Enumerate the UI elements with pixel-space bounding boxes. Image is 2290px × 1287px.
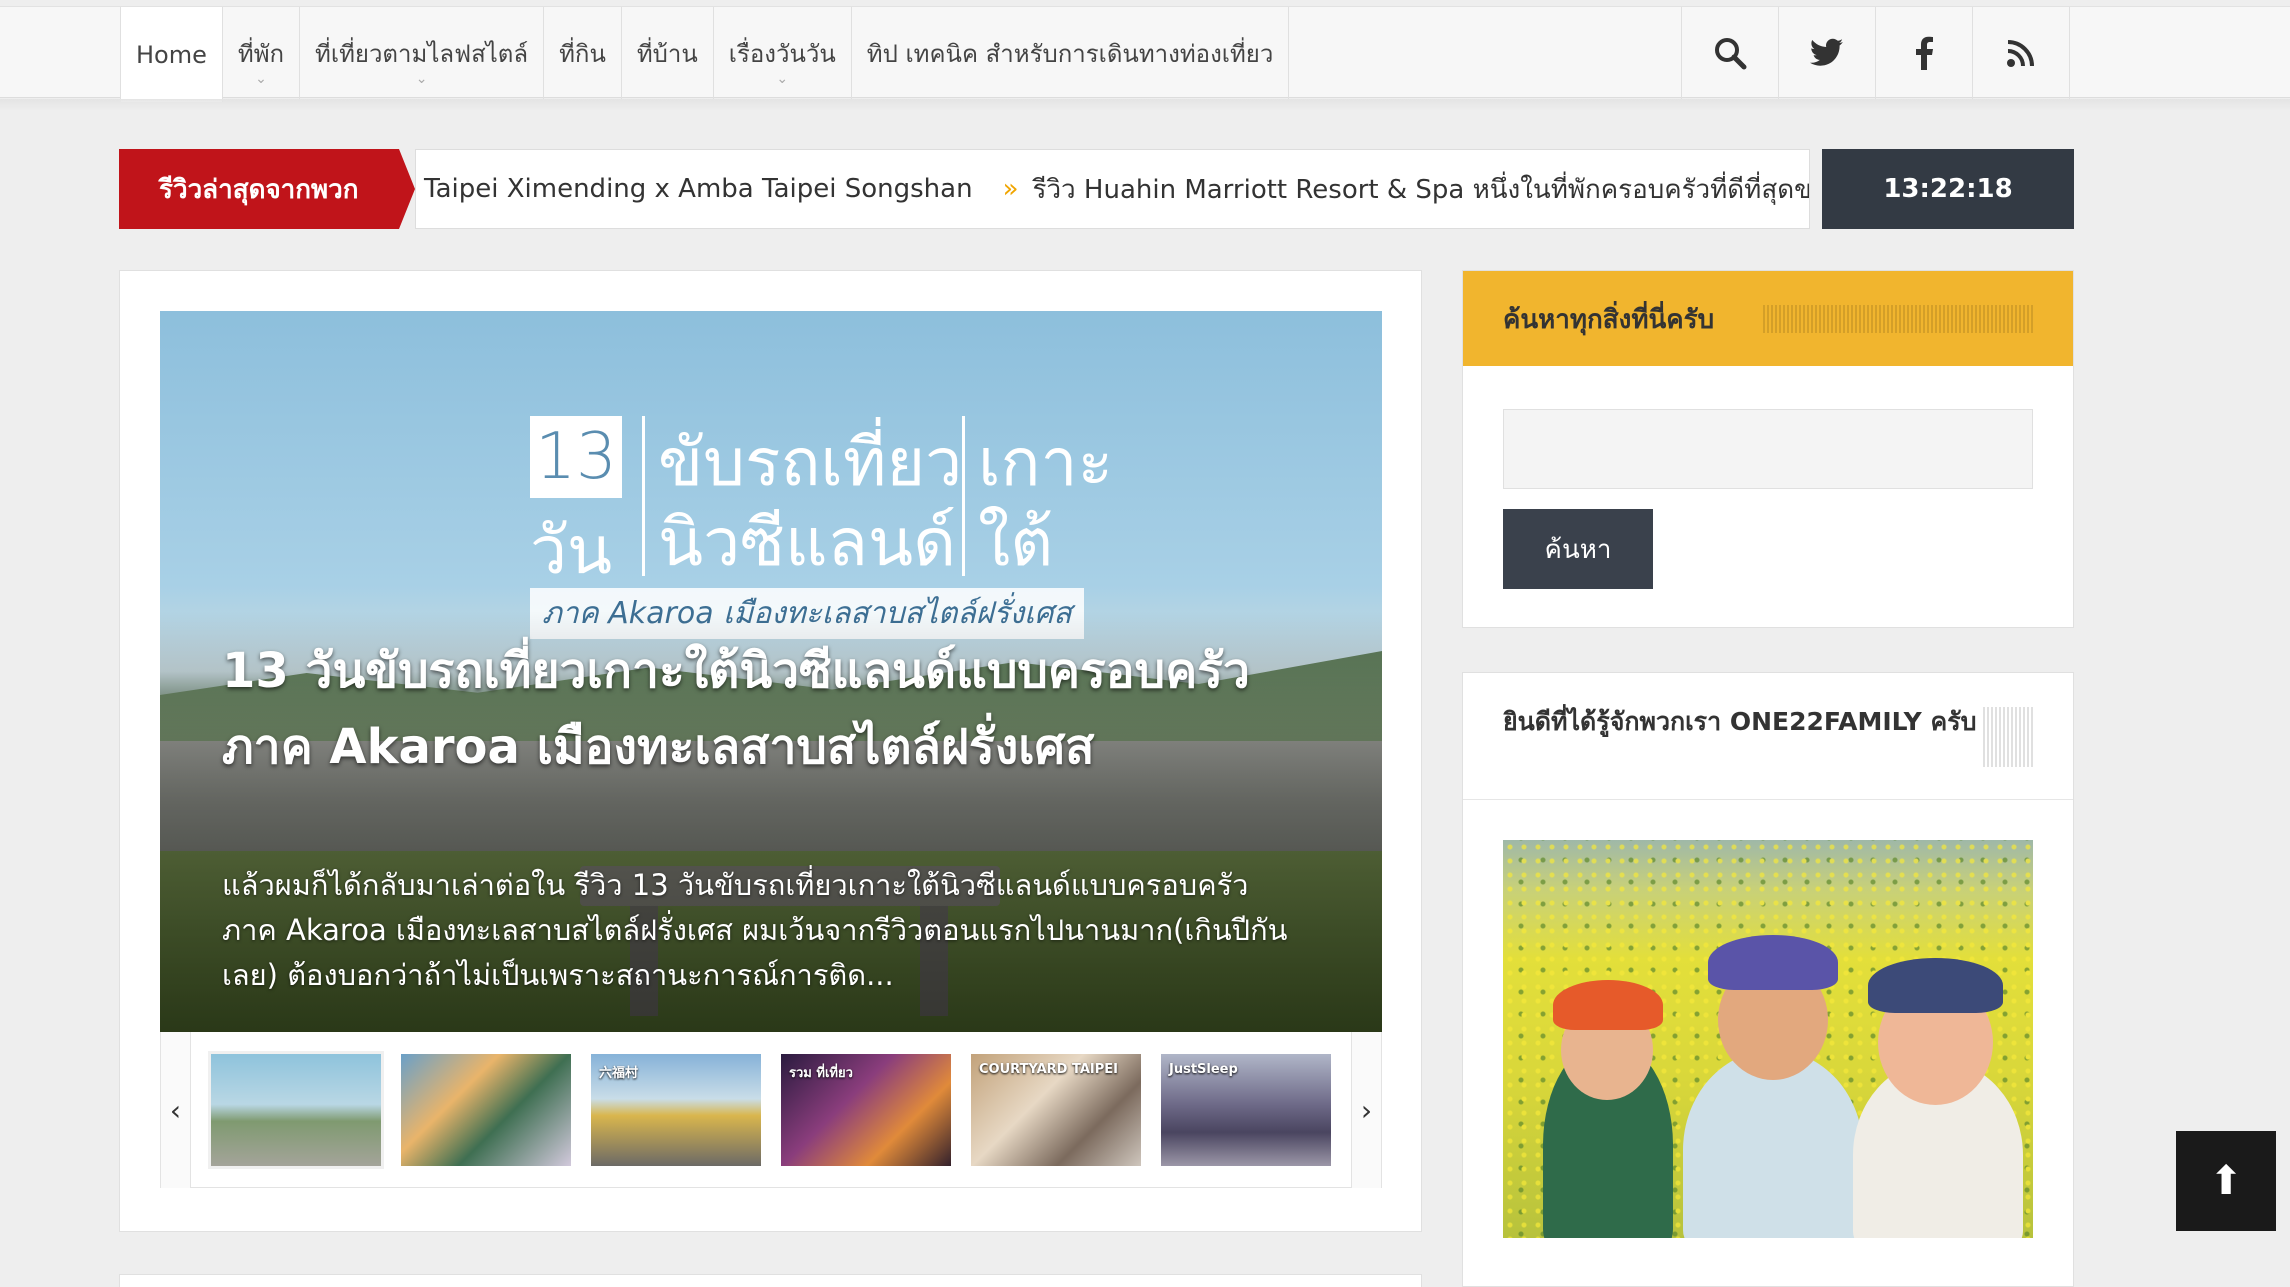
- thumbnail-carousel: ‹ 六福村 รวม ที่เที่ยว COURTYARD TAIPEI Jus…: [160, 1032, 1382, 1188]
- nav-label: เรื่องวันวัน: [728, 39, 836, 68]
- thumbnail-caption: COURTYARD TAIPEI: [979, 1062, 1119, 1077]
- facebook-icon[interactable]: [1876, 7, 1973, 99]
- featured-post-title[interactable]: 13 วันขับรถเที่ยวเกาะใต้นิวซีแลนด์แบบครอ…: [222, 633, 1282, 785]
- title-stripes-decoration: [1983, 707, 2033, 767]
- nav-label: ที่พัก: [237, 39, 285, 68]
- nav-item-home-life[interactable]: ที่บ้าน: [622, 7, 714, 99]
- thumbnail-caption: JustSleep: [1169, 1062, 1238, 1077]
- hero-poster-text: 13 วัน ขับรถเที่ยว นิวซีแลนด์ เกาะ ใต้ ภ…: [530, 416, 1113, 639]
- ticker-link[interactable]: Taipei Ximending x Amba Taipei Songshan: [424, 174, 973, 204]
- search-icon[interactable]: [1682, 7, 1779, 99]
- ticker-label: รีวิวล่าสุดจากพวก: [119, 149, 399, 229]
- thumbnail[interactable]: 六福村: [591, 1054, 761, 1166]
- nav-label: ที่เที่ยวตามไลฟสไตล์: [315, 39, 529, 68]
- poster-number: 13: [530, 416, 622, 498]
- rss-icon[interactable]: [1973, 7, 2070, 99]
- scroll-to-top-button[interactable]: ⬆: [2176, 1131, 2276, 1231]
- nav-label: ที่บ้าน: [636, 39, 698, 68]
- nav-item-accommodation[interactable]: ที่พัก ⌄: [223, 7, 301, 99]
- search-widget: ค้นหาทุกสิ่งที่นี่ครับ ค้นหา: [1462, 270, 2074, 628]
- widget-header: ค้นหาทุกสิ่งที่นี่ครับ: [1463, 271, 2073, 366]
- ticker-label-arrow: [399, 149, 415, 229]
- widget-title: ค้นหาทุกสิ่งที่นี่ครับ: [1503, 305, 1715, 335]
- title-stripes-decoration: [1763, 305, 2033, 333]
- arrow-up-icon: ⬆: [2209, 1158, 2243, 1204]
- nav-item-travel-tips[interactable]: ทิป เทคนิค สำหรับการเดินทางท่องเที่ยว: [852, 7, 1290, 99]
- next-section-panel: [119, 1274, 1422, 1287]
- widget-header: ยินดีที่ได้รู้จักพวกเรา ONE22FAMILY ครับ: [1463, 673, 2073, 800]
- featured-slide[interactable]: 13 วัน ขับรถเที่ยว นิวซีแลนด์ เกาะ ใต้ ภ…: [160, 311, 1382, 1032]
- ticker-link[interactable]: รีวิว Huahin Marriott Resort & Spa หนึ่ง…: [1032, 169, 1809, 210]
- chevron-right-icon[interactable]: ›: [1351, 1032, 1381, 1188]
- twitter-icon[interactable]: [1779, 7, 1876, 99]
- family-photo: [1503, 840, 2033, 1238]
- news-ticker: Taipei Ximending x Amba Taipei Songshan …: [415, 149, 1810, 229]
- about-widget: ยินดีที่ได้รู้จักพวกเรา ONE22FAMILY ครับ: [1462, 672, 2074, 1287]
- thumbnail[interactable]: [401, 1054, 571, 1166]
- poster-divider: [642, 416, 645, 576]
- top-navigation-bar: Home ที่พัก ⌄ ที่เที่ยวตามไลฟสไตล์ ⌄ ที่…: [0, 6, 2290, 102]
- nav-label: Home: [136, 40, 207, 69]
- thumbnail[interactable]: COURTYARD TAIPEI: [971, 1054, 1141, 1166]
- poster-divider: [962, 416, 965, 576]
- nav-shadow: [0, 99, 2290, 111]
- chevron-down-icon: ⌄: [776, 71, 789, 87]
- thumbnail-caption: รวม ที่เที่ยว: [789, 1066, 853, 1081]
- double-chevron-icon: »: [1002, 174, 1019, 204]
- photo-person-cap: [1868, 958, 2003, 1013]
- poster-line: นิวซีแลนด์: [658, 504, 956, 581]
- photo-person-cap: [1708, 935, 1838, 990]
- nav-item-lifestyle-places[interactable]: ที่เที่ยวตามไลฟสไตล์ ⌄: [300, 7, 545, 99]
- thumbnail[interactable]: [208, 1051, 384, 1169]
- chevron-down-icon: ⌄: [255, 71, 267, 87]
- nav-label: ที่กิน: [559, 39, 606, 68]
- social-links: [1681, 7, 2070, 99]
- clock: 13:22:18: [1822, 149, 2074, 229]
- widget-title: ยินดีที่ได้รู้จักพวกเรา ONE22FAMILY ครับ: [1503, 707, 1977, 736]
- thumbnail[interactable]: รวม ที่เที่ยว: [781, 1054, 951, 1166]
- thumbnail[interactable]: JustSleep: [1161, 1054, 1331, 1166]
- nav-label: ทิป เทคนิค สำหรับการเดินทางท่องเที่ยว: [866, 39, 1274, 68]
- main-menu: Home ที่พัก ⌄ ที่เที่ยวตามไลฟสไตล์ ⌄ ที่…: [120, 7, 1290, 102]
- chevron-left-icon[interactable]: ‹: [161, 1032, 191, 1188]
- thumbnail-caption: 六福村: [599, 1066, 639, 1081]
- nav-item-food[interactable]: ที่กิน: [544, 7, 622, 99]
- search-input[interactable]: [1503, 409, 2033, 489]
- nav-item-stories[interactable]: เรื่องวันวัน ⌄: [714, 7, 852, 99]
- nav-item-home[interactable]: Home: [121, 7, 223, 102]
- search-button[interactable]: ค้นหา: [1503, 509, 1653, 589]
- poster-line: ใต้: [978, 504, 1054, 581]
- photo-person-cap: [1553, 980, 1663, 1030]
- chevron-down-icon: ⌄: [415, 71, 428, 87]
- featured-post-excerpt: แล้วผมก็ได้กลับมาเล่าต่อใน รีวิว 13 วันข…: [222, 868, 1288, 992]
